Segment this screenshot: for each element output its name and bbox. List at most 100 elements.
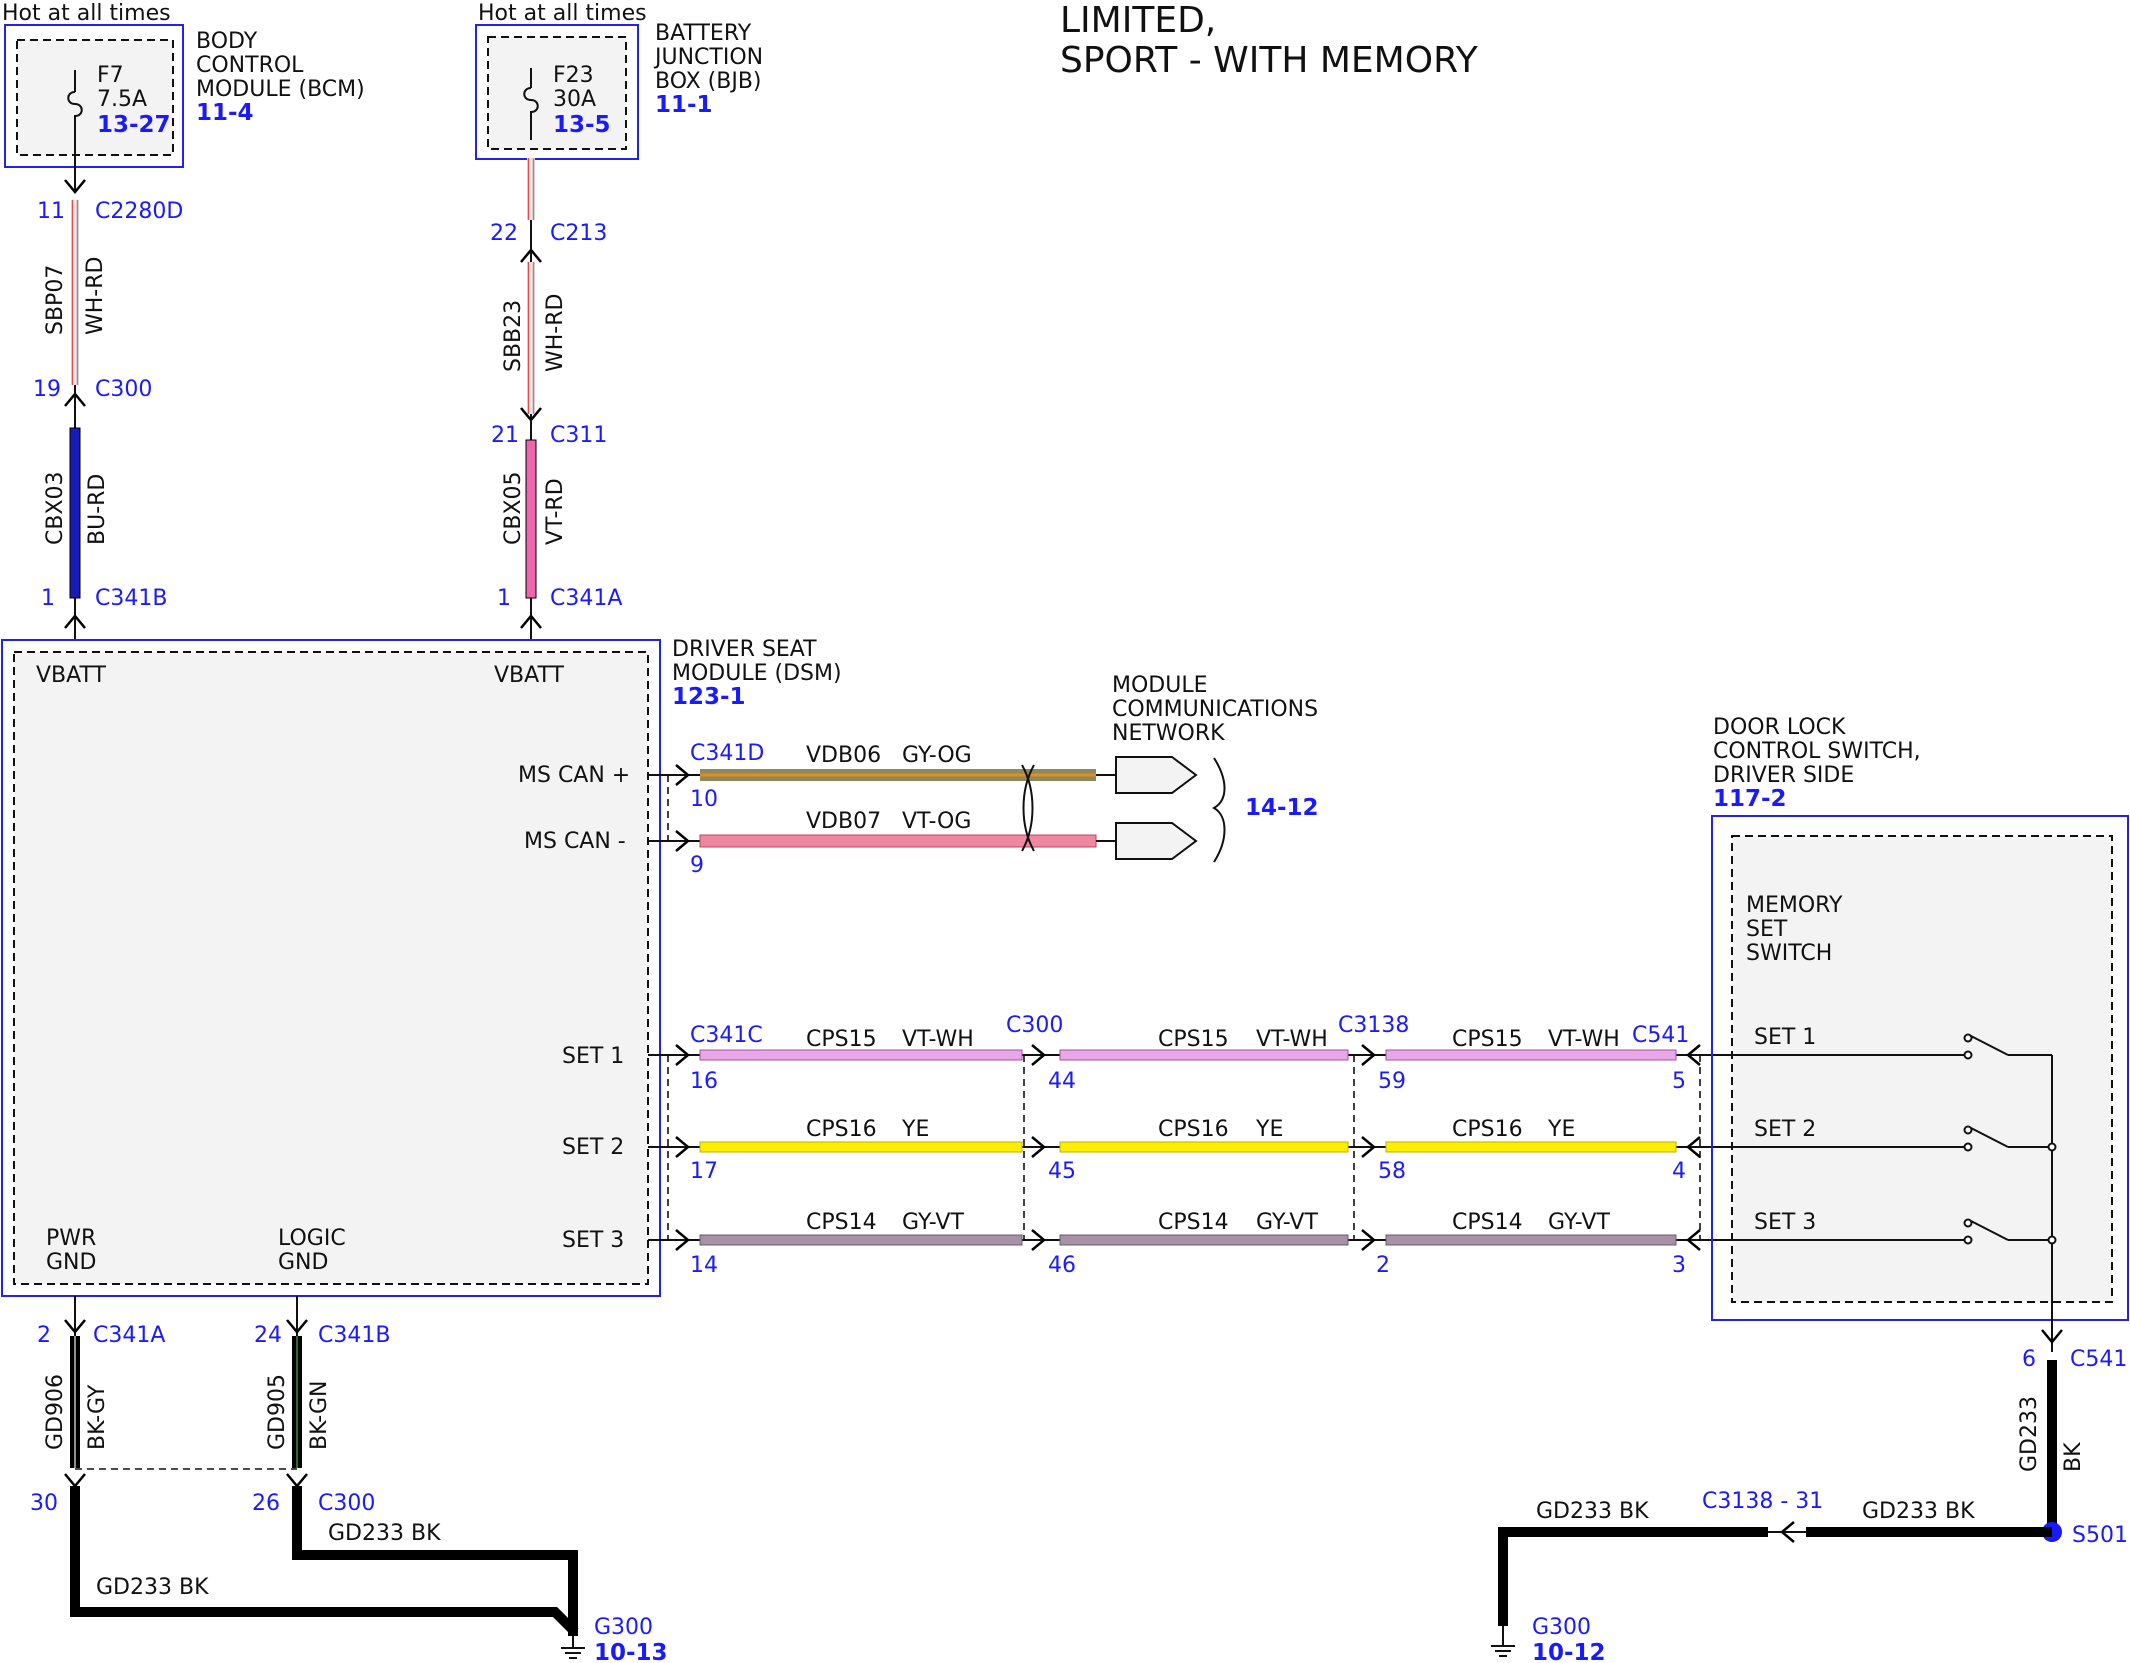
bjb-fuse-id: F23 (553, 63, 594, 88)
ground-ref[interactable]: 10-12 (1532, 1640, 1606, 1663)
connector-label[interactable]: C341B (318, 1323, 390, 1348)
splice-label[interactable]: S501 (2072, 1523, 2128, 1548)
pin-number: 6 (2022, 1347, 2036, 1372)
pin-number: 1 (41, 586, 55, 611)
bjb-ref[interactable]: 11-1 (655, 92, 713, 118)
connector-label[interactable]: C300 (318, 1491, 375, 1516)
wire-gy-og (700, 769, 1096, 781)
pin-number: 2 (37, 1323, 51, 1348)
door-switch-name-line3: DRIVER SIDE (1713, 763, 1854, 788)
switch-set3-label: SET 3 (1754, 1210, 1816, 1235)
network-connector-minus (1115, 822, 1198, 860)
dsm-set1: SET 1 (562, 1044, 624, 1069)
network-ref[interactable]: 14-12 (1245, 795, 1319, 821)
circuit-label: CBX05 (501, 471, 526, 545)
connector-label[interactable]: C311 (550, 423, 607, 448)
inline-connector[interactable]: C3138 - 31 (1702, 1489, 1823, 1514)
ground-id: G300 (1532, 1615, 1591, 1640)
connector-label[interactable]: C341B (95, 586, 167, 611)
left-ground: 2 C341A GD906 BK-GY 30 24 C341B GD905 BK… (30, 1296, 668, 1663)
pin-number: 3 (1672, 1253, 1686, 1278)
door-switch-ref[interactable]: 117-2 (1713, 786, 1787, 812)
pin-number: 14 (690, 1253, 718, 1278)
connector-label[interactable]: C341A (93, 1323, 165, 1348)
pin-number: 5 (1672, 1069, 1686, 1094)
memory-switch-line3: SWITCH (1746, 941, 1832, 966)
set1-color-a: VT-WH (902, 1027, 974, 1052)
switch-set2-label: SET 2 (1754, 1117, 1816, 1142)
diagram-title-line1: LIMITED, (1060, 0, 1216, 41)
door-switch-name-line2: CONTROL SWITCH, (1713, 739, 1921, 764)
connector-arrow (64, 1473, 86, 1488)
dsm-logic-gnd-line2: GND (278, 1250, 328, 1275)
dsm-name-line2: MODULE (DSM) (672, 661, 842, 686)
wire-color-label: WH-RD (83, 257, 108, 335)
connector-label[interactable]: C2280D (95, 199, 183, 224)
wire-gy-vt (1059, 1234, 1349, 1246)
door-lock-switch: DOOR LOCK CONTROL SWITCH, DRIVER SIDE 11… (1711, 715, 2129, 1352)
junction-dot (2047, 1142, 2057, 1152)
bjb-fuse-ref[interactable]: 13-5 (553, 112, 611, 138)
wiring-diagram: LIMITED, SPORT - WITH MEMORY Hot at all … (1, 0, 2129, 1663)
ground-wire-label: GD233 BK (96, 1575, 209, 1600)
pin-number: 19 (33, 377, 61, 402)
dsm-pwr-gnd-line2: GND (46, 1250, 96, 1275)
bcm-name-line1: BODY (196, 29, 258, 54)
set1-circuit-c: CPS15 (1452, 1027, 1523, 1052)
set-conn-mid2[interactable]: C3138 (1338, 1013, 1409, 1038)
set3-circuit-a: CPS14 (806, 1210, 877, 1235)
memory-switch-line2: SET (1746, 917, 1788, 942)
switch-contact-icon (1963, 1033, 1973, 1043)
set3-circuit-c: CPS14 (1452, 1210, 1523, 1235)
set1-color-c: VT-WH (1548, 1027, 1620, 1052)
can-network: C341D 10 VDB06 GY-OG 9 VDB07 VT-OG MODUL… (648, 673, 1319, 878)
bcm-name-line3: MODULE (BCM) (196, 77, 365, 102)
set-conn-dsm[interactable]: C341C (690, 1023, 763, 1048)
ground-wire-label: GD233 BK (328, 1521, 441, 1546)
can-plus-pin: 10 (690, 787, 718, 812)
can-minus-pin: 9 (690, 853, 704, 878)
bcm-ref[interactable]: 11-4 (196, 100, 254, 126)
connector-label[interactable]: C213 (550, 221, 607, 246)
can-plus-color: GY-OG (902, 743, 972, 768)
pin-number: 45 (1048, 1159, 1076, 1184)
diagram-title-line2: SPORT - WITH MEMORY (1060, 40, 1479, 81)
ground-ref[interactable]: 10-13 (594, 1640, 668, 1663)
bjb-fuse-block: Hot at all times F23 30A 13-5 BATTERY JU… (475, 1, 763, 160)
switch-contact-icon (1963, 1218, 1973, 1228)
wire-gy-vt (699, 1234, 1023, 1246)
set-conn-mid1[interactable]: C300 (1006, 1013, 1063, 1038)
dsm-ref[interactable]: 123-1 (672, 684, 746, 710)
set3-color-a: GY-VT (902, 1210, 964, 1235)
set-conn-sw[interactable]: C541 (1632, 1023, 1689, 1048)
bjb-name-line1: BATTERY (655, 21, 752, 46)
switch-set1-label: SET 1 (1754, 1025, 1816, 1050)
bjb-name-line3: BOX (BJB) (655, 69, 762, 94)
pin-number: 30 (30, 1491, 58, 1516)
set2-wire-row: CPS16 YE CPS16 YE CPS16 YE 17 45 58 4 (648, 1117, 1720, 1184)
connector-label[interactable]: C341A (550, 586, 622, 611)
pin-number: 22 (490, 221, 518, 246)
connector-label[interactable]: C300 (95, 377, 152, 402)
bracket-icon (1211, 757, 1226, 863)
bcm-hot-label: Hot at all times (2, 1, 171, 26)
wire-bk-gn (292, 1336, 302, 1468)
wire-wh-rd (527, 158, 535, 220)
ground-wire-label: GD233 BK (1536, 1499, 1649, 1524)
set2-circuit-b: CPS16 (1158, 1117, 1229, 1142)
pin-number: 44 (1048, 1069, 1076, 1094)
switch-contact-icon (1963, 1050, 1973, 1060)
pin-number: 58 (1378, 1159, 1406, 1184)
can-minus-circuit: VDB07 (806, 809, 881, 834)
memory-switch-line1: MEMORY (1746, 893, 1843, 918)
dsm-inner-dashed (13, 651, 649, 1285)
network-name-line3: NETWORK (1112, 721, 1225, 746)
driver-seat-module: VBATT VBATT MS CAN + MS CAN - SET 1 SET … (1, 637, 842, 1297)
set1-circuit-a: CPS15 (806, 1027, 877, 1052)
bcm-fuse-ref[interactable]: 13-27 (97, 112, 171, 138)
connector-label[interactable]: C541 (2070, 1347, 2127, 1372)
wire-ye (1385, 1141, 1677, 1153)
network-conn[interactable]: C341D (690, 741, 764, 766)
dsm-pwr-gnd-line1: PWR (46, 1226, 96, 1251)
wire-color-label: WH-RD (543, 294, 568, 372)
